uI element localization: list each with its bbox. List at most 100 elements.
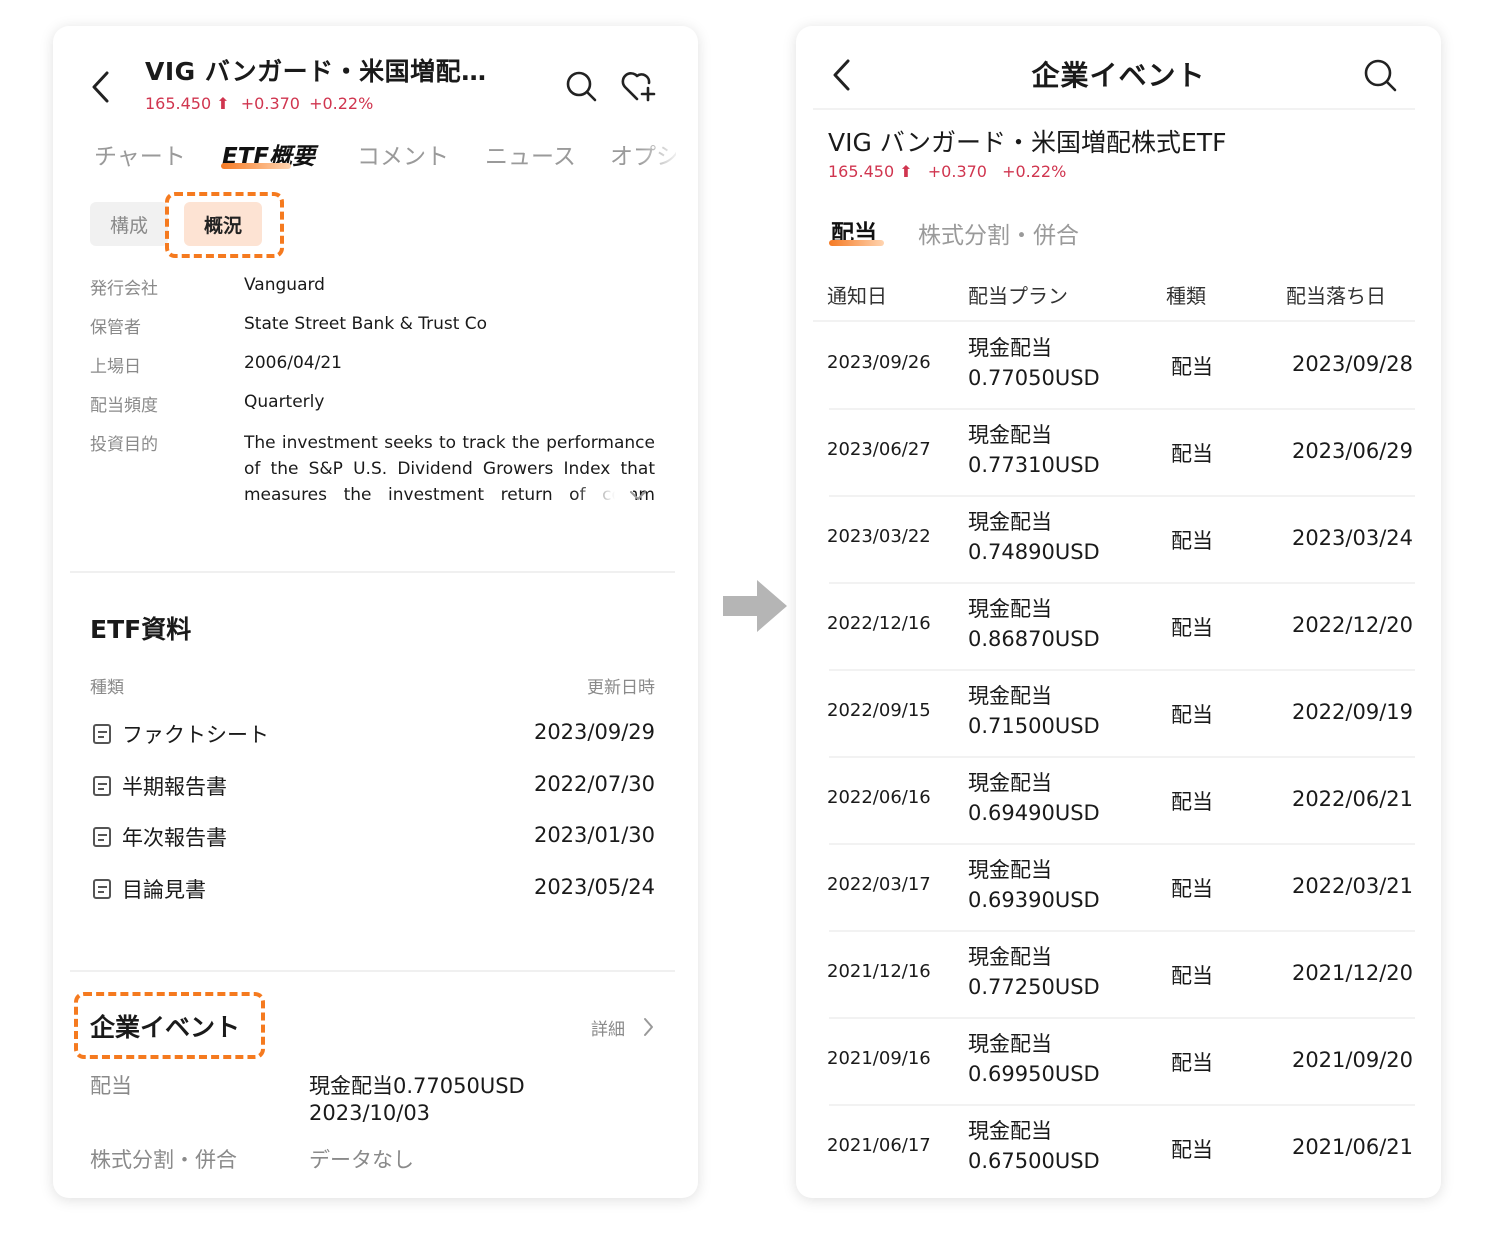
cell-plan: 現金配当 bbox=[968, 597, 1052, 621]
cell-notice-date: 2022/06/16 bbox=[827, 787, 931, 808]
info-label-issuer: 発行会社 bbox=[90, 279, 158, 299]
section-divider bbox=[70, 970, 675, 972]
cell-notice-date: 2021/09/16 bbox=[827, 1048, 931, 1069]
cell-type: 配当 bbox=[1171, 442, 1213, 466]
event-dividend-value: 現金配当0.77050USD bbox=[309, 1074, 525, 1098]
cell-plan: 現金配当 bbox=[968, 684, 1052, 708]
etf-docs-title: ETF資料 bbox=[90, 615, 192, 644]
col-notice-date: 通知日 bbox=[827, 284, 887, 308]
corporate-events-screen: 企業イベント VIG バンガード・米国増配株式ETF 165.450 ⬆ +0.… bbox=[796, 26, 1441, 1198]
cell-notice-date: 2022/03/17 bbox=[827, 874, 931, 895]
tab-chart[interactable]: チャート bbox=[94, 137, 186, 171]
table-row[interactable]: 2021/09/16 現金配当 0.69950USD 配当 2021/09/20 bbox=[796, 1018, 1441, 1106]
docs-col-updated: 更新日時 bbox=[587, 678, 655, 698]
doc-annual-report-date: 2023/01/30 bbox=[533, 823, 655, 847]
cell-notice-date: 2021/12/16 bbox=[827, 961, 931, 982]
cell-ex-date: 2023/09/28 bbox=[1291, 352, 1413, 376]
info-label-custodian: 保管者 bbox=[90, 318, 141, 338]
active-tab-indicator bbox=[221, 163, 291, 169]
info-label-objective: 投資目的 bbox=[90, 435, 158, 455]
up-arrow-icon: ⬆ bbox=[216, 94, 230, 113]
cell-ex-date: 2022/12/20 bbox=[1291, 613, 1413, 637]
table-row[interactable]: 2022/12/16 現金配当 0.86870USD 配当 2022/12/20 bbox=[796, 583, 1441, 671]
info-value-issuer: Vanguard bbox=[244, 275, 325, 295]
tab-split-merge[interactable]: 株式分割・併合 bbox=[918, 216, 1079, 250]
search-icon[interactable] bbox=[1363, 58, 1397, 92]
cell-plan: 現金配当 bbox=[968, 945, 1052, 969]
cell-ex-date: 2023/03/24 bbox=[1291, 526, 1413, 550]
doc-annual-report[interactable]: 年次報告書 bbox=[122, 822, 227, 852]
doc-semiannual-report-date: 2022/07/30 bbox=[533, 772, 655, 796]
document-icon bbox=[93, 879, 111, 899]
search-icon[interactable] bbox=[565, 70, 597, 102]
price-row: 165.450 ⬆ +0.370 +0.22% bbox=[145, 94, 373, 113]
segment-highlight-frame bbox=[165, 192, 284, 258]
events-detail-link[interactable]: 詳細 bbox=[591, 1015, 625, 1040]
cell-amount: 0.67500USD bbox=[968, 1149, 1100, 1173]
table-row[interactable]: 2022/06/16 現金配当 0.69490USD 配当 2022/06/21 bbox=[796, 757, 1441, 845]
segment-composition[interactable]: 構成 bbox=[90, 202, 168, 246]
docs-col-type: 種類 bbox=[90, 678, 124, 698]
cell-notice-date: 2023/09/26 bbox=[827, 352, 931, 373]
info-label-listing-date: 上場日 bbox=[90, 357, 141, 377]
cell-plan: 現金配当 bbox=[968, 771, 1052, 795]
cell-amount: 0.77250USD bbox=[968, 975, 1100, 999]
cell-ex-date: 2023/06/29 bbox=[1291, 439, 1413, 463]
cell-amount: 0.77310USD bbox=[968, 453, 1100, 477]
cell-notice-date: 2022/09/15 bbox=[827, 700, 931, 721]
info-value-dividend-frequency: Quarterly bbox=[244, 392, 325, 412]
active-tab-indicator bbox=[829, 240, 884, 246]
cell-type: 配当 bbox=[1171, 355, 1213, 379]
table-row[interactable]: 2021/06/17 現金配当 0.67500USD 配当 2021/06/21 bbox=[796, 1105, 1441, 1192]
cell-amount: 0.69950USD bbox=[968, 1062, 1100, 1086]
tab-news[interactable]: ニュース bbox=[485, 137, 576, 171]
cell-plan: 現金配当 bbox=[968, 423, 1052, 447]
document-icon bbox=[93, 776, 111, 796]
cell-type: 配当 bbox=[1171, 790, 1213, 814]
transition-arrow-icon bbox=[723, 580, 787, 632]
info-value-custodian: State Street Bank & Trust Co bbox=[244, 314, 488, 334]
cell-type: 配当 bbox=[1171, 529, 1213, 553]
doc-prospectus[interactable]: 目論見書 bbox=[122, 874, 206, 904]
cell-plan: 現金配当 bbox=[968, 336, 1052, 360]
cell-amount: 0.74890USD bbox=[968, 540, 1100, 564]
cell-amount: 0.86870USD bbox=[968, 627, 1100, 651]
cell-amount: 0.77050USD bbox=[968, 366, 1100, 390]
table-row[interactable]: 2023/09/26 現金配当 0.77050USD 配当 2023/09/28 bbox=[796, 322, 1441, 410]
header-divider bbox=[813, 108, 1415, 110]
cell-amount: 0.69490USD bbox=[968, 801, 1100, 825]
up-arrow-icon: ⬆ bbox=[899, 162, 913, 181]
cell-type: 配当 bbox=[1171, 703, 1213, 727]
document-icon bbox=[93, 827, 111, 847]
header-title: VIG バンガード・米国増配… bbox=[145, 57, 487, 86]
etf-overview-screen: VIG バンガード・米国増配… 165.450 ⬆ +0.370 +0.22% … bbox=[53, 26, 698, 1198]
table-row[interactable]: 2022/03/17 現金配当 0.69390USD 配当 2022/03/21 bbox=[796, 844, 1441, 932]
col-ex-date: 配当落ち日 bbox=[1286, 284, 1386, 308]
objective-fade bbox=[573, 482, 633, 508]
cell-amount: 0.69390USD bbox=[968, 888, 1100, 912]
cell-notice-date: 2021/06/17 bbox=[827, 1135, 931, 1156]
chevron-right-icon[interactable] bbox=[643, 1017, 655, 1037]
add-favorite-icon[interactable] bbox=[621, 70, 657, 102]
back-arrow-icon[interactable] bbox=[89, 70, 113, 104]
cell-ex-date: 2021/09/20 bbox=[1291, 1048, 1413, 1072]
event-dividend-date: 2023/10/03 bbox=[309, 1101, 431, 1125]
col-type: 種類 bbox=[1166, 284, 1206, 308]
table-row[interactable]: 2022/09/15 現金配当 0.71500USD 配当 2022/09/19 bbox=[796, 670, 1441, 758]
expand-chevron-icon[interactable] bbox=[629, 490, 647, 502]
table-row[interactable]: 2023/03/22 現金配当 0.74890USD 配当 2023/03/24 bbox=[796, 496, 1441, 584]
change-pct: +0.22% bbox=[1002, 162, 1067, 181]
price: 165.450 bbox=[145, 94, 212, 113]
cell-ex-date: 2022/03/21 bbox=[1291, 874, 1413, 898]
table-row[interactable]: 2021/12/16 現金配当 0.77250USD 配当 2021/12/20 bbox=[796, 931, 1441, 1019]
change: +0.370 bbox=[927, 162, 987, 181]
tab-comments[interactable]: コメント bbox=[357, 137, 449, 171]
price: 165.450 bbox=[828, 162, 895, 181]
table-row[interactable]: 2023/06/27 現金配当 0.77310USD 配当 2023/06/29 bbox=[796, 409, 1441, 497]
cell-type: 配当 bbox=[1171, 1138, 1213, 1162]
cell-notice-date: 2023/03/22 bbox=[827, 526, 931, 547]
page-title: 企業イベント bbox=[1031, 59, 1206, 92]
doc-factsheet[interactable]: ファクトシート bbox=[122, 719, 269, 749]
doc-semiannual-report[interactable]: 半期報告書 bbox=[122, 771, 227, 801]
document-icon bbox=[93, 724, 111, 744]
